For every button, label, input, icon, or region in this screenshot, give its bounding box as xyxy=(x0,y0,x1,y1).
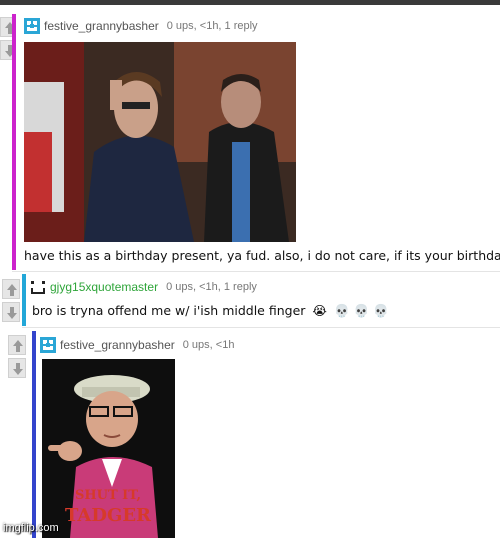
skull-emoji: 💀 xyxy=(334,303,350,318)
imgflip-watermark: imgflip.com xyxy=(3,522,59,534)
comment-text: bro is tryna offend me w/ i'ish middle f… xyxy=(32,303,389,319)
comment-meta: 0 ups, <1h xyxy=(182,339,235,351)
comment-meta: 0 ups, <1h, 1 reply xyxy=(166,281,257,293)
top-bar xyxy=(0,0,500,5)
thread-bar xyxy=(12,14,16,270)
comment-image[interactable] xyxy=(24,42,296,242)
skull-emoji: 💀 xyxy=(353,303,370,318)
comment-2: gjyg15xquotemaster 0 ups, <1h, 1 reply b… xyxy=(22,274,500,326)
upvote-button[interactable] xyxy=(8,335,26,355)
geometric-avatar-icon[interactable] xyxy=(40,337,56,353)
skull-emoji: 💀 xyxy=(373,303,389,318)
arrow-down-icon xyxy=(13,363,23,375)
thread-bar xyxy=(22,274,26,326)
divider xyxy=(12,271,500,272)
downvote-button[interactable] xyxy=(2,302,20,322)
thread-gutter xyxy=(0,5,8,538)
poster-caption-line2: TADGER xyxy=(65,505,152,526)
username[interactable]: festive_grannybasher xyxy=(60,338,175,352)
comment-meta: 0 ups, <1h, 1 reply xyxy=(166,20,258,32)
thread-bar xyxy=(32,331,36,538)
vote-controls xyxy=(8,335,26,381)
username[interactable]: gjyg15xquotemaster xyxy=(50,280,158,294)
arrow-down-icon xyxy=(7,307,17,319)
comment-text-content: bro is tryna offend me w/ i'ish middle f… xyxy=(32,303,306,318)
upvote-button[interactable] xyxy=(2,279,20,299)
poster-caption-line1: SHUT IT, xyxy=(75,488,141,503)
username[interactable]: festive_grannybasher xyxy=(44,19,159,33)
downvote-button[interactable] xyxy=(8,358,26,378)
arrow-up-icon xyxy=(7,284,17,296)
comment-3: festive_grannybasher 0 ups, <1h SHUT IT,… xyxy=(32,331,500,538)
comment-header: festive_grannybasher 0 ups, <1h, 1 reply xyxy=(24,18,258,34)
comment-text: have this as a birthday present, ya fud.… xyxy=(24,248,500,263)
pixel-face-avatar-icon[interactable] xyxy=(30,279,46,295)
comment-header: festive_grannybasher 0 ups, <1h xyxy=(40,337,234,353)
arrow-up-icon xyxy=(13,340,23,352)
vote-controls xyxy=(2,279,20,325)
divider xyxy=(22,327,500,328)
comment-image[interactable]: SHUT IT, TADGER xyxy=(42,359,175,538)
comment-header: gjyg15xquotemaster 0 ups, <1h, 1 reply xyxy=(30,279,257,295)
comment-1: festive_grannybasher 0 ups, <1h, 1 reply… xyxy=(12,14,500,270)
geometric-avatar-icon[interactable] xyxy=(24,18,40,34)
crying-emoji: 😭 xyxy=(312,303,328,318)
